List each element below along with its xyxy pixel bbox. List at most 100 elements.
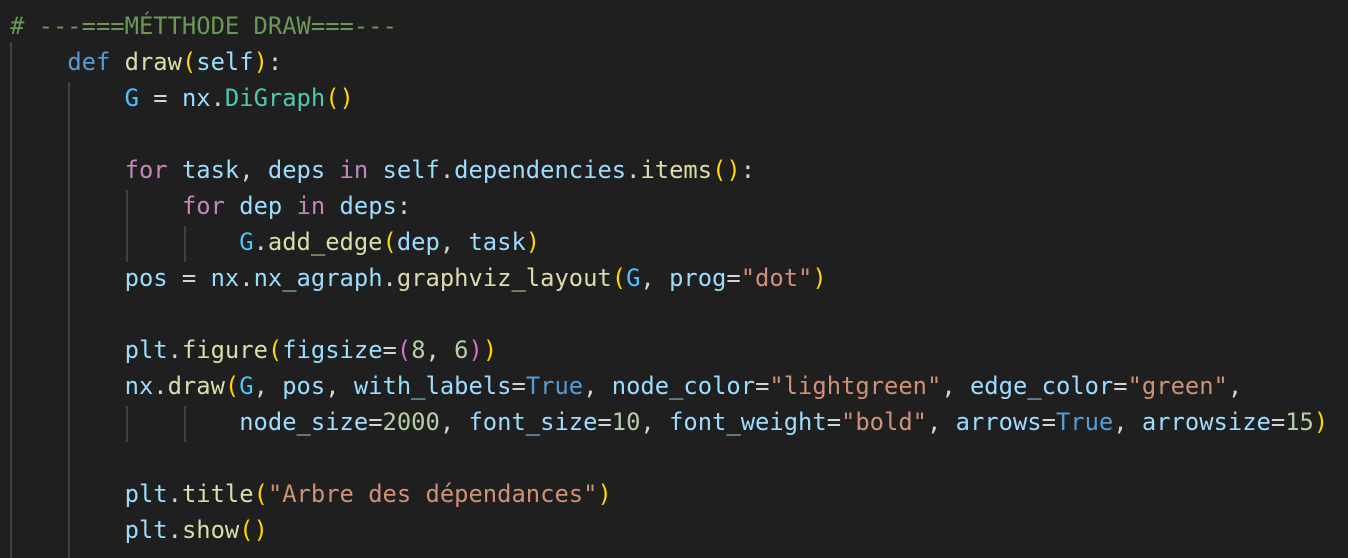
code-token: , bbox=[1227, 372, 1243, 400]
code-token: , bbox=[439, 408, 469, 436]
code-token: . bbox=[210, 84, 225, 112]
code-token: arrows bbox=[955, 408, 1042, 436]
code-token: draw bbox=[167, 372, 225, 400]
code-token: ( bbox=[396, 336, 412, 364]
code-token: in bbox=[296, 192, 326, 220]
code-token: , bbox=[941, 372, 970, 400]
code-token: task bbox=[468, 228, 526, 256]
code-token: nx bbox=[124, 372, 154, 400]
code-editor[interactable]: # ---===MÉTTHODE DRAW===--- def draw(sel… bbox=[0, 0, 1348, 558]
code-token: , bbox=[640, 408, 670, 436]
code-token: ) bbox=[812, 264, 827, 292]
code-token: "dot" bbox=[740, 264, 813, 292]
code-token: add_edge bbox=[267, 228, 383, 256]
code-token: ) bbox=[1313, 408, 1329, 436]
code-token: . bbox=[167, 516, 182, 544]
code-token: plt bbox=[124, 480, 168, 508]
code-token: True bbox=[525, 372, 584, 400]
code-line-12[interactable]: node_size=2000, font_size=10, font_weigh… bbox=[10, 404, 1328, 440]
code-token: self bbox=[196, 48, 254, 76]
code-token: = bbox=[368, 408, 383, 436]
code-token: . bbox=[626, 156, 641, 184]
code-token: DiGraph bbox=[224, 84, 326, 112]
code-token: ) bbox=[253, 48, 268, 76]
code-token: () bbox=[712, 156, 741, 184]
code-token: ( bbox=[253, 480, 268, 508]
code-token: ( bbox=[382, 228, 397, 256]
code-token: = bbox=[726, 264, 741, 292]
code-token: in bbox=[339, 156, 369, 184]
code-line-7[interactable]: G.add_edge(dep, task) bbox=[10, 224, 540, 260]
code-token: , bbox=[926, 408, 956, 436]
code-token: . bbox=[167, 480, 182, 508]
code-token: ( bbox=[611, 264, 627, 292]
code-token: . bbox=[153, 372, 168, 400]
code-token: deps bbox=[267, 156, 326, 184]
code-token: for bbox=[181, 192, 225, 220]
code-token: arrowsize bbox=[1141, 408, 1271, 436]
code-token: "Arbre des dépendances" bbox=[267, 480, 598, 508]
code-token: ) bbox=[468, 336, 483, 364]
code-token: , bbox=[439, 228, 469, 256]
code-token: : bbox=[396, 192, 412, 220]
code-token: ) bbox=[597, 480, 612, 508]
code-token: "lightgreen" bbox=[769, 372, 942, 400]
code-token: . bbox=[439, 156, 455, 184]
code-token: graphviz_layout bbox=[396, 264, 612, 292]
code-token: = bbox=[511, 372, 526, 400]
code-token: title bbox=[181, 480, 254, 508]
code-token: ( bbox=[181, 48, 197, 76]
code-line-10[interactable]: plt.figure(figsize=(8, 6)) bbox=[10, 332, 498, 368]
code-token: with_labels bbox=[353, 372, 512, 400]
code-token: ( bbox=[267, 336, 283, 364]
code-token: font_weight bbox=[669, 408, 827, 436]
code-line-6[interactable]: for dep in deps: bbox=[10, 188, 411, 224]
code-token: self bbox=[382, 156, 440, 184]
code-token: task bbox=[181, 156, 240, 184]
code-line-5[interactable]: for task, deps in self.dependencies.item… bbox=[10, 152, 755, 188]
code-token: 10 bbox=[611, 408, 641, 436]
code-token: 15 bbox=[1285, 408, 1314, 436]
code-token: = bbox=[1041, 408, 1056, 436]
code-line-14[interactable]: plt.title("Arbre des dépendances") bbox=[10, 476, 612, 512]
code-token: . bbox=[253, 228, 268, 256]
code-token: , bbox=[640, 264, 670, 292]
code-line-2[interactable]: def draw(self): bbox=[10, 44, 282, 80]
code-token: "bold" bbox=[841, 408, 927, 436]
code-token: = bbox=[1270, 408, 1286, 436]
code-token: = bbox=[597, 408, 612, 436]
code-token: G bbox=[239, 228, 254, 256]
code-token: plt bbox=[124, 516, 168, 544]
code-token: pos bbox=[124, 264, 168, 292]
code-token: 2000 bbox=[382, 408, 440, 436]
code-line-11[interactable]: nx.draw(G, pos, with_labels=True, node_c… bbox=[10, 368, 1243, 404]
code-line-8[interactable]: pos = nx.nx_agraph.graphviz_layout(G, pr… bbox=[10, 260, 827, 296]
code-token: # ---===MÉTTHODE DRAW===--- bbox=[10, 12, 397, 40]
code-token: ) bbox=[525, 228, 541, 256]
code-line-3[interactable]: G = nx.DiGraph() bbox=[10, 80, 354, 116]
code-token: font_size bbox=[468, 408, 598, 436]
code-token: , bbox=[239, 156, 268, 184]
code-token: 8 bbox=[411, 336, 426, 364]
code-token: dep bbox=[396, 228, 440, 256]
code-token: G bbox=[124, 84, 139, 112]
code-token: def bbox=[67, 48, 111, 76]
code-token: : bbox=[740, 156, 756, 184]
code-line-1[interactable]: # ---===MÉTTHODE DRAW===--- bbox=[10, 8, 397, 44]
code-token: G bbox=[626, 264, 641, 292]
code-token: nx bbox=[210, 264, 240, 292]
code-line-15[interactable]: plt.show() bbox=[10, 512, 268, 548]
code-token: , bbox=[325, 372, 354, 400]
code-token: = bbox=[1113, 372, 1128, 400]
